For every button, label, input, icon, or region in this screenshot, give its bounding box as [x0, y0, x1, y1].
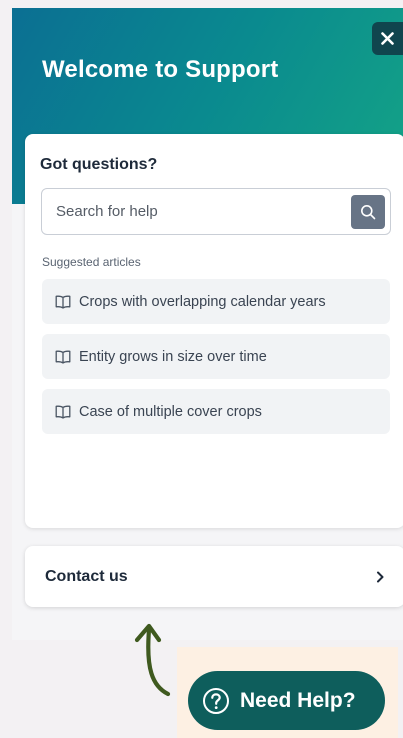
contact-us-button[interactable]: Contact us [25, 546, 403, 607]
chevron-right-icon [377, 571, 384, 582]
search-box [41, 188, 391, 235]
book-icon [55, 405, 71, 419]
article-label: Case of multiple cover crops [79, 403, 262, 420]
help-card: Got questions? Suggested articles Crops … [25, 134, 403, 528]
book-icon [55, 350, 71, 364]
question-circle-icon [203, 687, 229, 714]
page: Welcome to Support Got questions? Sugges… [0, 0, 403, 738]
article-item[interactable]: Case of multiple cover crops [42, 389, 390, 434]
page-title: Welcome to Support [42, 56, 279, 83]
article-label: Entity grows in size over time [79, 348, 267, 365]
need-help-label: Need Help? [240, 688, 356, 712]
search-icon [361, 205, 376, 220]
close-button[interactable] [372, 22, 403, 55]
support-widget: Welcome to Support Got questions? Sugges… [12, 8, 403, 640]
contact-us-label: Contact us [45, 567, 128, 585]
card-title: Got questions? [40, 156, 158, 173]
search-input[interactable] [56, 189, 346, 234]
close-icon [381, 32, 394, 45]
article-item[interactable]: Crops with overlapping calendar years [42, 279, 390, 324]
search-button[interactable] [351, 195, 385, 229]
suggested-articles-label: Suggested articles [42, 255, 141, 269]
article-label: Crops with overlapping calendar years [79, 293, 326, 310]
article-item[interactable]: Entity grows in size over time [42, 334, 390, 379]
need-help-button[interactable]: Need Help? [188, 671, 385, 730]
article-list: Crops with overlapping calendar years En… [42, 279, 390, 444]
curved-arrow-icon [134, 623, 171, 697]
book-icon [55, 295, 71, 309]
